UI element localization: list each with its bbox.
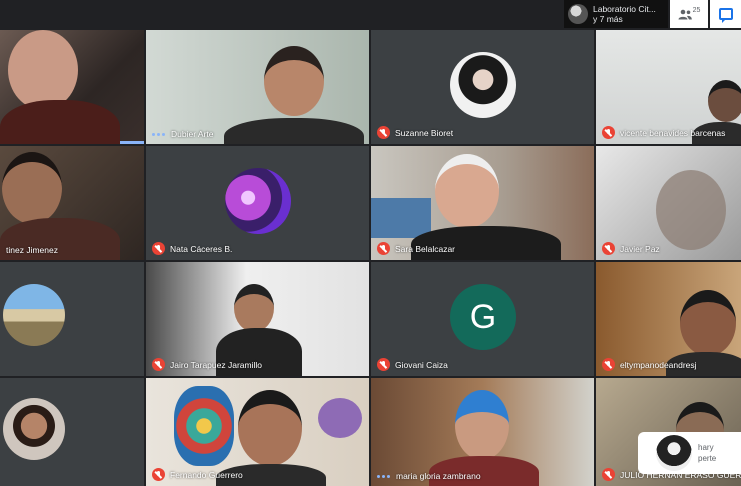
notification-avatar (656, 435, 692, 471)
video-grid: Dubier Arte Suzanne Bioret vicente benav… (0, 30, 741, 486)
people-icon (678, 9, 692, 19)
participant-tile[interactable]: maria gloria zambrano (371, 378, 594, 486)
participant-tile[interactable] (0, 262, 144, 376)
wall-poster (371, 198, 431, 238)
presenter-label: Laboratorio Cit... y 7 más (593, 4, 656, 24)
notification-text: hary perte (698, 442, 716, 464)
participant-avatar (3, 398, 65, 460)
wall-art (318, 398, 362, 438)
participant-tile[interactable]: G Giovani Caiza (371, 262, 594, 376)
mic-off-icon (602, 242, 615, 255)
participant-tile[interactable] (0, 30, 144, 144)
participant-name: tinez Jimenez (6, 245, 58, 255)
presenter-name: Laboratorio Cit... (593, 4, 656, 14)
participant-tile[interactable]: Javier Paz (596, 146, 741, 260)
participant-tile[interactable]: Fernando Guerrero (146, 378, 369, 486)
chat-button[interactable] (710, 0, 741, 28)
presenter-others: y 7 más (593, 14, 623, 24)
participant-label: maria gloria zambrano (377, 471, 481, 481)
participant-tile[interactable] (0, 378, 144, 486)
participant-tile[interactable]: tinez Jimenez (0, 146, 144, 260)
mic-off-icon (152, 468, 165, 481)
participant-label: Sara Belalcazar (377, 242, 455, 255)
mic-off-icon (152, 242, 165, 255)
participant-name: Sara Belalcazar (395, 243, 456, 254)
participant-avatar (450, 52, 516, 118)
mic-off-icon (602, 358, 615, 371)
speaking-indicator (377, 474, 390, 478)
participant-name: eltympanodeandresj (620, 359, 697, 370)
avatar-letter: G (469, 297, 497, 336)
notification-line-1: hary (698, 443, 714, 452)
participant-tile[interactable]: Dubier Arte (146, 30, 369, 144)
participant-label: Giovani Caiza (377, 358, 448, 371)
participant-name: Giovani Caiza (395, 359, 448, 370)
participant-label: Dubier Arte (152, 129, 214, 139)
participant-tile[interactable]: eltympanodeandresj (596, 262, 741, 376)
participant-name: Suzanne Bioret (395, 127, 454, 138)
wall-art (174, 386, 234, 466)
mic-off-icon (602, 126, 615, 139)
participant-label: Suzanne Bioret (377, 126, 453, 139)
presenter-avatar (568, 4, 588, 24)
mic-off-icon (152, 358, 165, 371)
participant-name: vicente benavides barcenas (620, 127, 726, 138)
participant-name: Dubier Arte (171, 129, 214, 139)
participant-tile[interactable]: Sara Belalcazar (371, 146, 594, 260)
participant-tile[interactable]: Suzanne Bioret (371, 30, 594, 144)
participant-tile[interactable]: Nata Cáceres B. (146, 146, 369, 260)
participant-label: eltympanodeandresj (602, 358, 697, 371)
participant-name: Javier Paz (620, 243, 660, 254)
participant-tile[interactable]: Jairo Tarapuez Jaramillo (146, 262, 369, 376)
participant-avatar: G (450, 284, 516, 350)
participant-avatar (3, 284, 65, 346)
participant-label: Jairo Tarapuez Jaramillo (152, 358, 262, 371)
notification-line-2: perte (698, 454, 717, 463)
people-count: 25 (692, 6, 701, 14)
chat-icon (718, 8, 733, 23)
participant-tile[interactable]: vicente benavides barcenas (596, 30, 741, 144)
mic-off-icon (377, 242, 390, 255)
top-bar: Laboratorio Cit... y 7 más 25 (0, 0, 741, 30)
participant-name: Nata Cáceres B. (170, 243, 233, 254)
participant-name: Jairo Tarapuez Jaramillo (170, 359, 262, 370)
participant-avatar (225, 168, 291, 234)
mic-off-icon (602, 468, 615, 481)
participant-label: tinez Jimenez (6, 245, 58, 255)
mic-off-icon (377, 358, 390, 371)
participant-label: Nata Cáceres B. (152, 242, 232, 255)
presenter-chip[interactable]: Laboratorio Cit... y 7 más (564, 0, 668, 28)
participant-name: Fernando Guerrero (170, 469, 243, 480)
participant-label: Javier Paz (602, 242, 660, 255)
participant-label: vicente benavides barcenas (602, 126, 725, 139)
mic-off-icon (377, 126, 390, 139)
participant-name: maria gloria zambrano (396, 471, 481, 481)
speaking-indicator (152, 132, 165, 136)
people-button[interactable]: 25 (670, 0, 708, 28)
join-notification[interactable]: hary perte (638, 432, 741, 474)
participant-label: Fernando Guerrero (152, 468, 243, 481)
